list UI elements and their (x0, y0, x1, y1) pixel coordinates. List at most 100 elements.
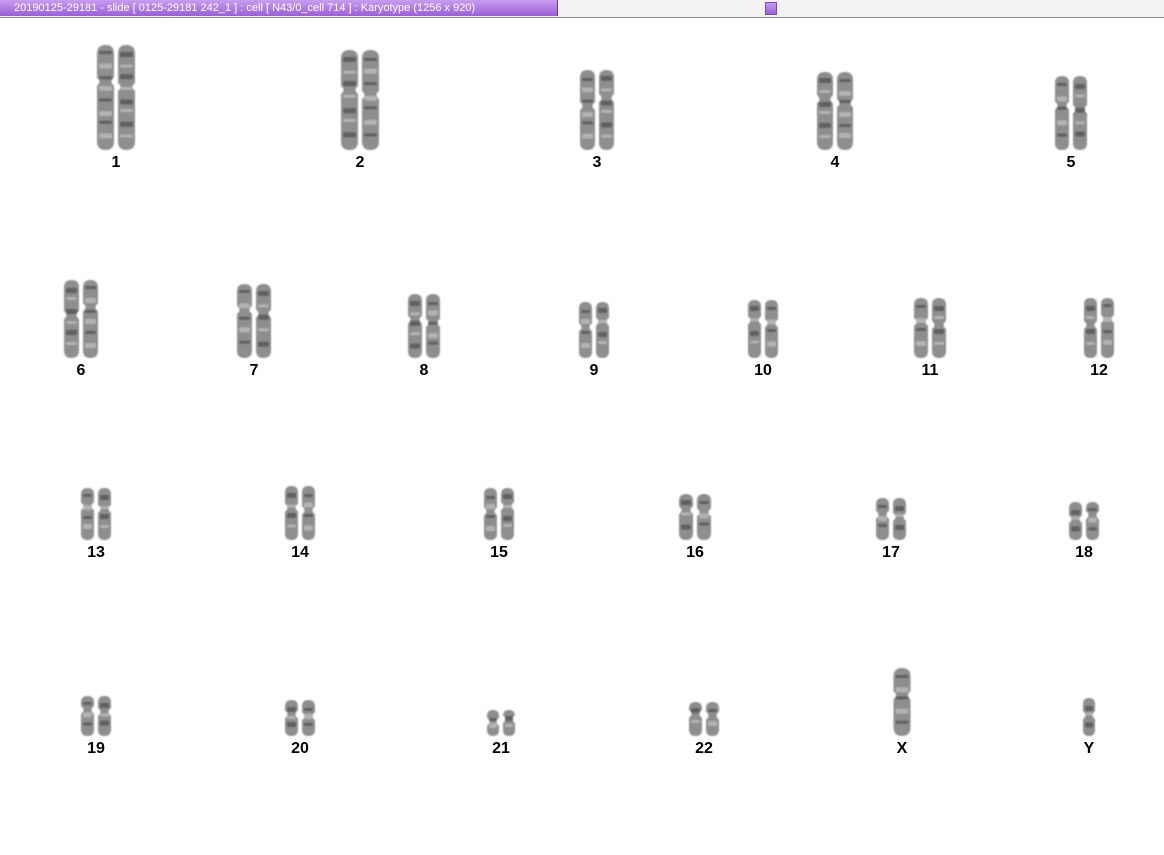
chromosome-image (64, 280, 98, 358)
chromosome-image (408, 294, 440, 358)
chromosome-pair-1[interactable]: 1 (56, 43, 176, 178)
chromatid (285, 700, 298, 736)
chromosome-pair-12[interactable]: 12 (1039, 296, 1159, 386)
chromosome-label: 1 (111, 154, 121, 171)
chromatid (98, 488, 111, 540)
chromatid (1101, 298, 1114, 358)
chromosome-pair-4[interactable]: 4 (775, 70, 895, 178)
chromosome-label: 8 (419, 362, 429, 379)
chromatid (302, 486, 315, 540)
chromosome-label: 6 (76, 362, 86, 379)
chromatid (1073, 76, 1087, 150)
chromosome-image (580, 70, 614, 150)
chromosome-label: 4 (830, 154, 840, 171)
chromosome-pair-14[interactable]: 14 (240, 484, 360, 568)
chromosome-pair-x[interactable]: X (842, 666, 962, 764)
chromosome-image (876, 498, 906, 540)
title-bar-handle[interactable] (765, 2, 777, 15)
chromosome-image (748, 300, 778, 358)
chromosome-image (81, 696, 111, 736)
chromosome-pair-7[interactable]: 7 (194, 282, 314, 386)
chromatid (1055, 76, 1069, 150)
chromosome-label: 11 (921, 362, 939, 379)
chromatid (580, 70, 595, 150)
chromosome-label: 22 (695, 740, 713, 757)
chromosome-pair-9[interactable]: 9 (534, 300, 654, 386)
chromatid (64, 280, 79, 358)
chromatid (837, 72, 853, 150)
chromosome-image (817, 72, 853, 150)
chromatid (596, 302, 609, 358)
chromatid (341, 50, 358, 150)
chromatid (484, 488, 497, 540)
chromatid (893, 668, 911, 736)
chromatid (302, 700, 315, 736)
chromatid (98, 696, 111, 736)
chromosome-pair-18[interactable]: 18 (1024, 500, 1144, 568)
chromatid (487, 710, 499, 736)
chromatid (817, 72, 833, 150)
chromosome-pair-3[interactable]: 3 (537, 68, 657, 178)
chromosome-image (1069, 502, 1099, 540)
chromosome-image (484, 488, 514, 540)
chromosome-pair-5[interactable]: 5 (1011, 74, 1131, 178)
chromosome-pair-y[interactable]: Y (1029, 696, 1149, 764)
chromatid (83, 280, 98, 358)
chromosome-label: 15 (490, 544, 508, 561)
chromosome-label: 13 (87, 544, 105, 561)
chromosome-pair-21[interactable]: 21 (441, 708, 561, 764)
chromosome-label: 20 (291, 740, 309, 757)
chromosome-image (237, 284, 271, 358)
chromosome-pair-8[interactable]: 8 (364, 292, 484, 386)
chromosome-label: 9 (589, 362, 599, 379)
chromosome-label: 21 (492, 740, 510, 757)
chromatid (1084, 298, 1097, 358)
chromatid (876, 498, 889, 540)
chromosome-label: 18 (1075, 544, 1093, 561)
chromatid (599, 70, 614, 150)
chromosome-label: 10 (754, 362, 772, 379)
chromosome-label: Y (1083, 740, 1095, 757)
chromatid (1083, 698, 1095, 736)
chromosome-image (97, 45, 135, 150)
chromosome-image (579, 302, 609, 358)
window-title-bar[interactable]: 20190125-29181 - slide [ 0125-29181 242_… (0, 0, 1164, 18)
chromosome-pair-10[interactable]: 10 (703, 298, 823, 386)
chromatid (118, 45, 135, 150)
chromosome-pair-15[interactable]: 15 (439, 486, 559, 568)
chromatid (893, 498, 906, 540)
chromosome-pair-20[interactable]: 20 (240, 698, 360, 764)
chromosome-image (81, 488, 111, 540)
chromatid (932, 298, 946, 358)
chromosome-image (285, 486, 315, 540)
chromatid (697, 494, 711, 540)
chromatid (81, 696, 94, 736)
chromosome-label: 19 (87, 740, 105, 757)
chromatid (579, 302, 592, 358)
chromosome-image (1055, 76, 1087, 150)
chromosome-image (893, 668, 911, 736)
chromatid (765, 300, 778, 358)
chromosome-pair-6[interactable]: 6 (21, 278, 141, 386)
chromatid (97, 45, 114, 150)
chromosome-image (487, 710, 515, 736)
chromosome-pair-2[interactable]: 2 (300, 48, 420, 178)
chromosome-pair-22[interactable]: 22 (644, 700, 764, 764)
chromatid (426, 294, 440, 358)
window-title[interactable]: 20190125-29181 - slide [ 0125-29181 242_… (0, 0, 558, 16)
chromatid (689, 702, 702, 736)
chromosome-pair-13[interactable]: 13 (36, 486, 156, 568)
chromosome-image (285, 700, 315, 736)
chromosome-pair-16[interactable]: 16 (635, 492, 755, 568)
chromosome-label: X (896, 740, 908, 757)
chromatid (237, 284, 252, 358)
chromosome-pair-11[interactable]: 11 (870, 296, 990, 386)
chromosome-label: 2 (355, 154, 365, 171)
chromosome-image (689, 702, 719, 736)
chromosome-label: 17 (882, 544, 900, 561)
chromosome-pair-19[interactable]: 19 (36, 694, 156, 764)
chromosome-image (1084, 298, 1114, 358)
karyotype-panel: 1 2 3 4 5 6 7 8 9 10 11 12 13 14 15 16 17 18 19 20 21 22 X Y (0, 18, 1164, 855)
chromosome-pair-17[interactable]: 17 (831, 496, 951, 568)
chromatid (362, 50, 379, 150)
